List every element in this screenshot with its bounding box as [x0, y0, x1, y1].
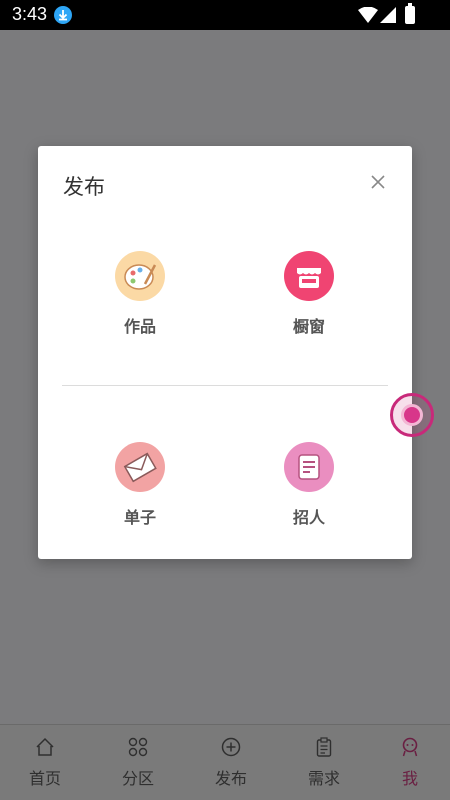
envelope-icon: [115, 442, 165, 492]
plus-icon: [401, 404, 423, 426]
tab-bar: 首页 分区 发布 需求 我: [0, 724, 450, 800]
tab-me-label: 我: [401, 769, 418, 788]
tab-zones-label: 分区: [121, 769, 154, 788]
close-icon: [371, 175, 385, 189]
grid-icon: [128, 737, 148, 757]
clipboard-icon: [316, 737, 332, 757]
option-order-label: 单子: [123, 508, 156, 527]
option-recruit[interactable]: 招人: [254, 442, 364, 532]
option-window-label: 橱窗: [292, 317, 325, 336]
floating-action-button[interactable]: [390, 393, 434, 437]
publish-dialog: 发布 作品 橱窗 单子 招人: [38, 146, 412, 559]
palette-icon: [115, 251, 165, 301]
tab-home[interactable]: 首页: [0, 725, 90, 800]
option-order[interactable]: 单子: [85, 442, 195, 532]
tab-zones[interactable]: 分区: [93, 725, 183, 800]
option-window[interactable]: 橱窗: [254, 251, 364, 341]
option-recruit-label: 招人: [292, 508, 325, 527]
profile-icon: [402, 737, 418, 757]
close-button[interactable]: [368, 172, 388, 192]
download-icon: [54, 6, 72, 24]
tab-home-label: 首页: [28, 769, 61, 788]
document-icon: [284, 442, 334, 492]
tab-me[interactable]: 我: [365, 725, 450, 800]
dialog-title: 发布: [63, 175, 105, 199]
tab-demands-label: 需求: [307, 769, 340, 788]
option-work-label: 作品: [123, 317, 156, 336]
status-bar: 3:43: [0, 0, 450, 30]
home-icon: [36, 737, 54, 756]
tab-publish[interactable]: 发布: [186, 725, 276, 800]
wifi-icon: [358, 7, 378, 23]
tab-publish-label: 发布: [214, 769, 247, 788]
signal-icon: [380, 7, 396, 23]
plus-circle-icon: [221, 737, 241, 757]
option-work[interactable]: 作品: [85, 251, 195, 341]
tab-demands[interactable]: 需求: [279, 725, 369, 800]
battery-icon: [405, 3, 415, 24]
storefront-icon: [284, 251, 334, 301]
divider: [62, 385, 388, 386]
status-time: 3:43: [12, 4, 48, 24]
